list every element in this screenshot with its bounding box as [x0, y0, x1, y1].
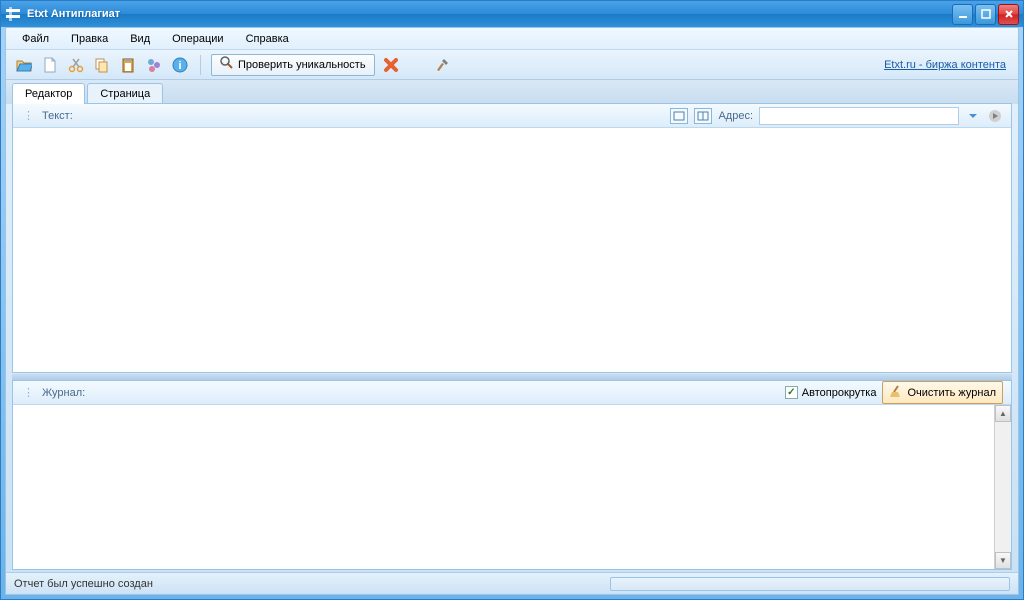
scroll-up-icon[interactable]: ▲	[995, 405, 1011, 422]
journal-panel: Журнал: ✓ Автопрокрутка Очистить журнал …	[12, 380, 1012, 570]
address-input[interactable]	[759, 107, 959, 125]
hammer-icon[interactable]	[433, 55, 453, 75]
autoscroll-checkbox[interactable]: ✓ Автопрокрутка	[785, 386, 877, 399]
menu-edit[interactable]: Правка	[61, 30, 118, 48]
scroll-down-icon[interactable]: ▼	[995, 552, 1011, 569]
view-single-icon[interactable]	[670, 108, 688, 124]
statusbar: Отчет был успешно создан	[6, 572, 1018, 594]
app-window: Etxt Антиплагиат Файл Правка Вид Операци…	[0, 0, 1024, 600]
editor-panel: Текст: Адрес:	[12, 103, 1012, 373]
check-uniqueness-label: Проверить уникальность	[238, 59, 366, 71]
clear-journal-button[interactable]: Очистить журнал	[882, 381, 1003, 404]
toolbar: i Проверить уникальность Etxt.ru - биржа…	[6, 50, 1018, 80]
menu-file[interactable]: Файл	[12, 30, 59, 48]
window-controls	[952, 4, 1019, 25]
cut-icon[interactable]	[66, 55, 86, 75]
toolbar-separator	[200, 55, 201, 75]
checkbox-icon: ✓	[785, 386, 798, 399]
gripper-icon	[21, 386, 36, 399]
editor-header: Текст: Адрес:	[13, 104, 1011, 128]
svg-text:i: i	[178, 60, 181, 72]
new-document-icon[interactable]	[40, 55, 60, 75]
journal-body[interactable]: ▲ ▼	[13, 405, 1011, 569]
titlebar[interactable]: Etxt Антиплагиат	[1, 1, 1023, 27]
text-label: Текст:	[42, 110, 73, 122]
info-icon[interactable]: i	[170, 55, 190, 75]
minimize-button[interactable]	[952, 4, 973, 25]
scrollbar[interactable]: ▲ ▼	[994, 405, 1011, 569]
journal-header: Журнал: ✓ Автопрокрутка Очистить журнал	[13, 381, 1011, 405]
tabbar: Редактор Страница	[6, 80, 1018, 104]
tab-page[interactable]: Страница	[87, 83, 163, 104]
check-uniqueness-button[interactable]: Проверить уникальность	[211, 54, 375, 76]
status-text: Отчет был успешно создан	[14, 578, 153, 590]
menu-operations[interactable]: Операции	[162, 30, 233, 48]
cancel-icon[interactable]	[381, 55, 401, 75]
view-split-icon[interactable]	[694, 108, 712, 124]
clear-journal-label: Очистить журнал	[907, 387, 996, 399]
autoscroll-label: Автопрокрутка	[802, 387, 877, 399]
dropdown-icon[interactable]	[965, 108, 981, 124]
scroll-track[interactable]	[995, 422, 1011, 552]
copy-icon[interactable]	[92, 55, 112, 75]
close-button[interactable]	[998, 4, 1019, 25]
maximize-button[interactable]	[975, 4, 996, 25]
window-title: Etxt Антиплагиат	[27, 8, 952, 20]
app-icon	[5, 6, 21, 22]
paste-icon[interactable]	[118, 55, 138, 75]
search-icon	[220, 56, 234, 73]
broom-icon	[889, 384, 903, 401]
address-label: Адрес:	[718, 110, 753, 122]
tab-editor[interactable]: Редактор	[12, 83, 85, 104]
settings-icon[interactable]	[144, 55, 164, 75]
gripper-icon	[21, 109, 36, 122]
etxt-link[interactable]: Etxt.ru - биржа контента	[884, 59, 1010, 71]
go-icon[interactable]	[987, 108, 1003, 124]
editor-textarea[interactable]	[13, 128, 1011, 372]
journal-label: Журнал:	[42, 387, 85, 399]
menubar: Файл Правка Вид Операции Справка	[6, 28, 1018, 50]
menu-help[interactable]: Справка	[236, 30, 299, 48]
menu-view[interactable]: Вид	[120, 30, 160, 48]
window-body: Файл Правка Вид Операции Справка	[5, 27, 1019, 595]
progress-bar	[610, 577, 1010, 591]
open-icon[interactable]	[14, 55, 34, 75]
